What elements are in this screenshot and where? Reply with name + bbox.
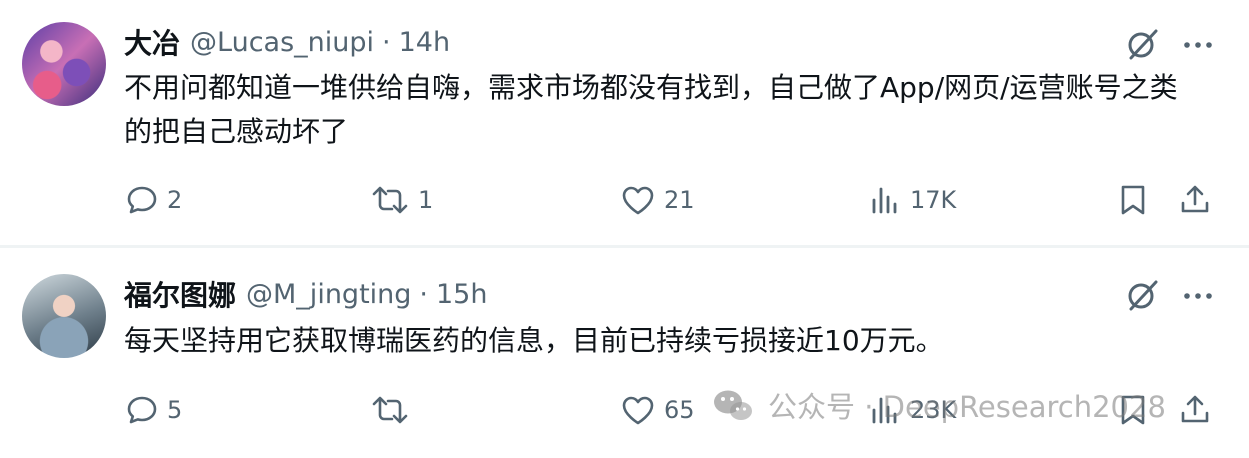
reply-button[interactable]: 2 [125, 178, 182, 222]
grok-icon[interactable] [1123, 24, 1163, 64]
share-icon [1181, 185, 1209, 213]
avatar[interactable] [22, 274, 106, 358]
bookmark-button[interactable] [1117, 388, 1149, 432]
tweet-header: 大冶 @Lucas_niupi · 14h [124, 22, 450, 62]
views-button[interactable]: 23K [870, 388, 956, 432]
more-icon[interactable] [1180, 275, 1216, 315]
like-button[interactable]: 21 [620, 178, 695, 222]
separator-dot: · [419, 278, 428, 310]
timestamp[interactable]: 14h [399, 27, 450, 58]
display-name[interactable]: 福尔图娜 [124, 274, 236, 314]
share-button[interactable] [1178, 178, 1212, 222]
repost-button[interactable]: 1 [370, 178, 433, 222]
reply-icon [127, 396, 157, 424]
timestamp[interactable]: 15h [436, 279, 487, 310]
views-icon [872, 187, 897, 214]
like-button[interactable]: 65 [620, 388, 695, 432]
like-count: 21 [664, 186, 695, 214]
repost-count: 1 [418, 186, 434, 214]
avatar[interactable] [22, 22, 106, 106]
like-icon [622, 396, 654, 425]
user-handle[interactable]: @M_jingting [246, 279, 411, 310]
share-icon [1181, 395, 1209, 423]
reply-button[interactable]: 5 [125, 388, 182, 432]
repost-button[interactable] [370, 388, 418, 432]
views-button[interactable]: 17K [870, 178, 956, 222]
bookmark-icon [1121, 185, 1145, 215]
like-icon [622, 186, 654, 215]
tweet[interactable]: 大冶 @Lucas_niupi · 14h 不用问都知道一堆供给自嗨，需求市场都… [0, 0, 1249, 247]
bookmark-button[interactable] [1117, 178, 1149, 222]
grok-icon[interactable] [1123, 275, 1163, 315]
tweet[interactable]: 福尔图娜 @M_jingting · 15h 每天坚持用它获取博瑞医药的信息，目… [0, 247, 1249, 458]
repost-icon [372, 186, 408, 214]
tweet-header: 福尔图娜 @M_jingting · 15h [124, 274, 487, 314]
separator-dot: · [382, 26, 391, 58]
user-handle[interactable]: @Lucas_niupi [190, 27, 374, 58]
reply-count: 2 [167, 186, 183, 214]
display-name[interactable]: 大冶 [124, 22, 180, 62]
tweet-text: 每天坚持用它获取博瑞医药的信息，目前已持续亏损接近10万元。 [124, 324, 944, 357]
views-count: 23K [910, 396, 957, 424]
tweet-text: 不用问都知道一堆供给自嗨，需求市场都没有找到，自己做了App/网页/运营账号之类… [124, 71, 1178, 148]
repost-icon [372, 396, 408, 424]
views-count: 17K [910, 186, 957, 214]
action-bar: 5 65 23K [0, 388, 1249, 432]
reply-count: 5 [167, 396, 183, 424]
bookmark-icon [1121, 395, 1145, 425]
more-icon[interactable] [1180, 24, 1216, 64]
reply-icon [127, 186, 157, 214]
share-button[interactable] [1178, 388, 1212, 432]
like-count: 65 [664, 396, 695, 424]
views-icon [872, 397, 897, 424]
action-bar: 2 1 21 17K [0, 178, 1249, 222]
